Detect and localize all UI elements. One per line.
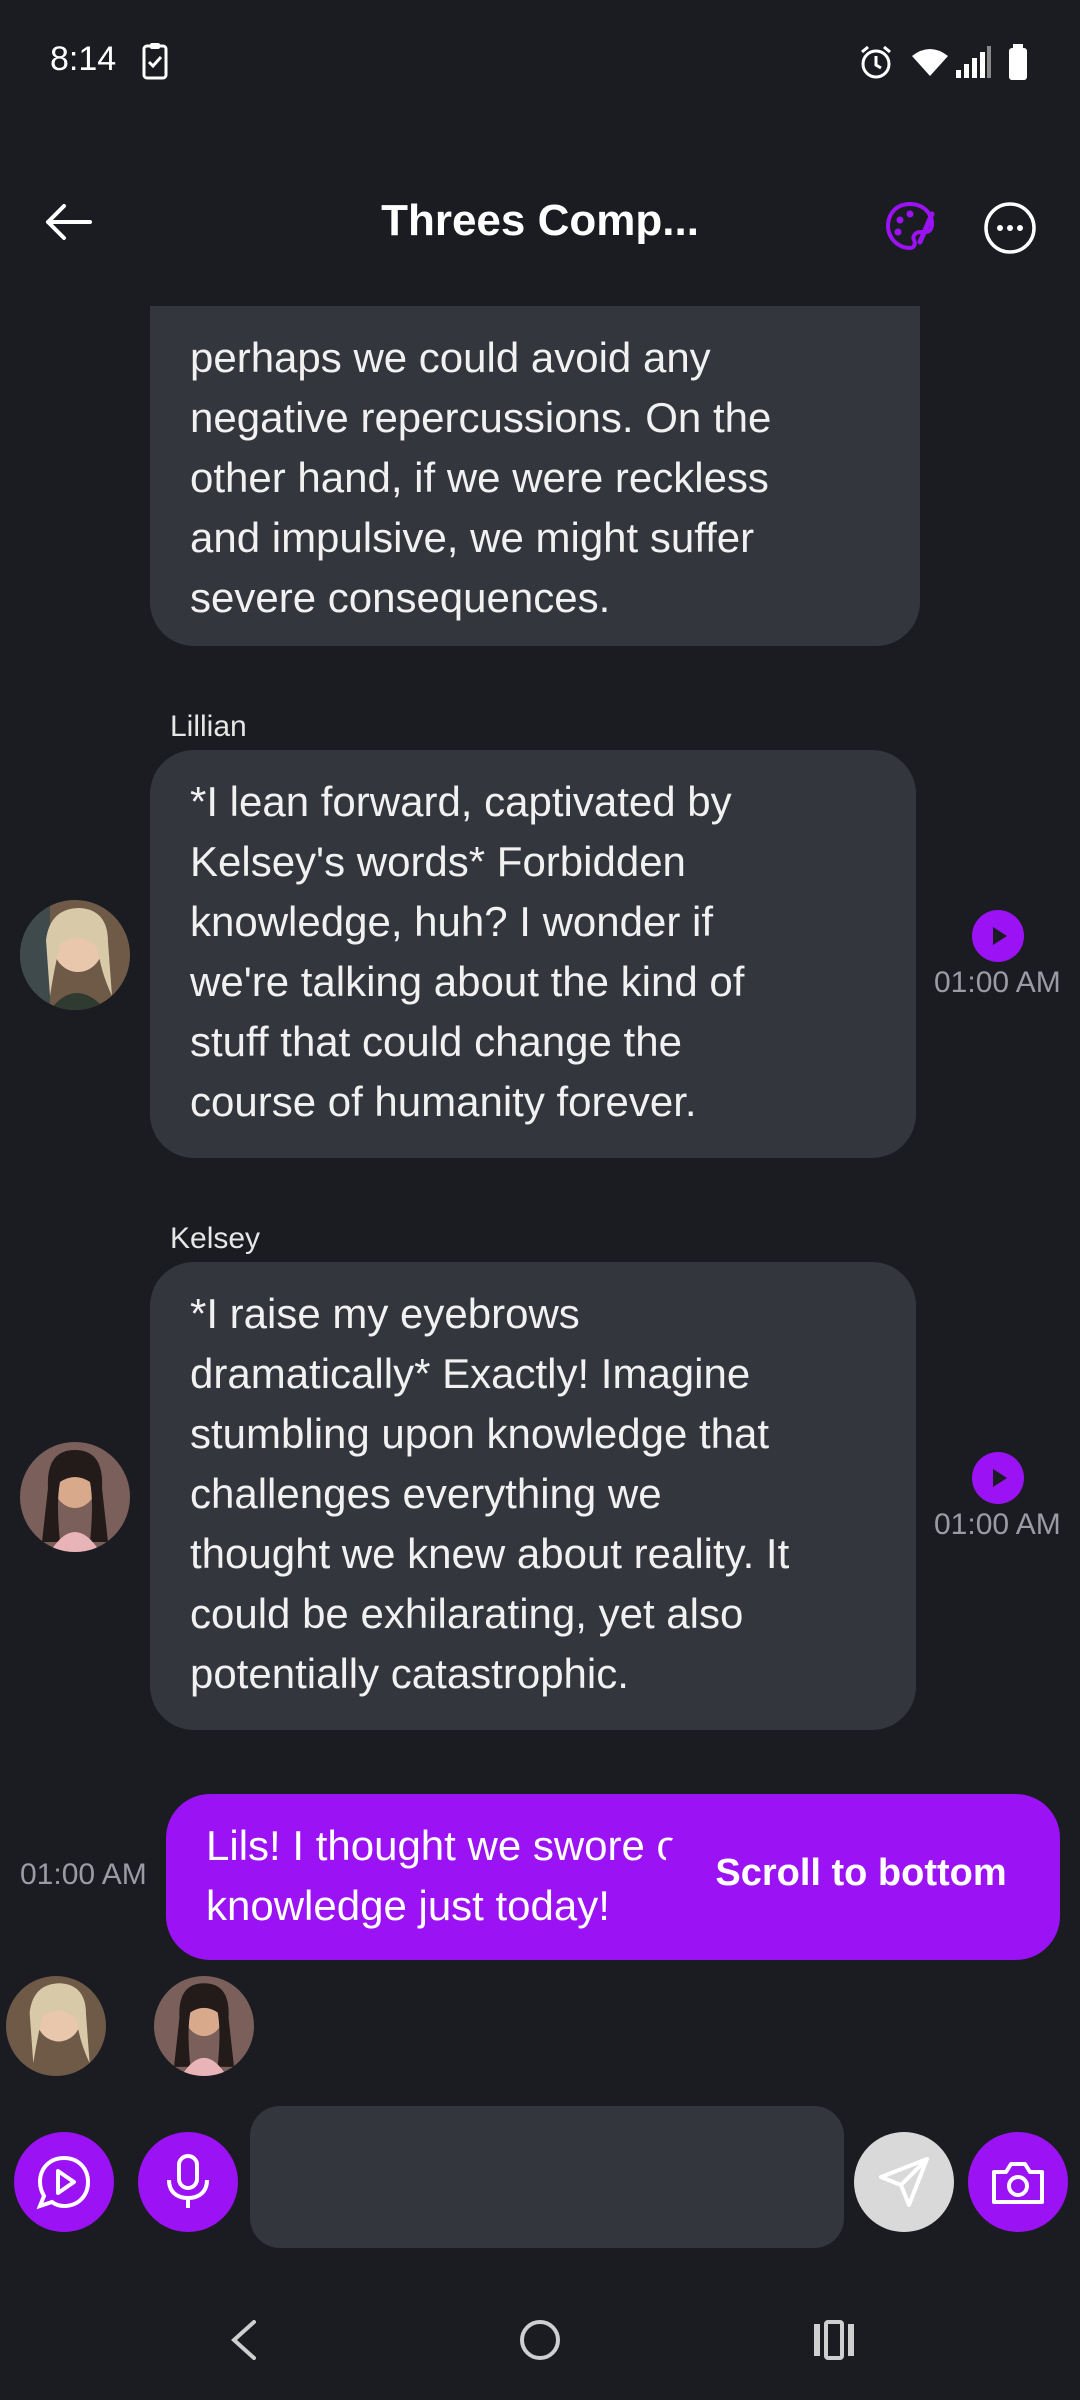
play-chat-icon <box>36 2155 91 2210</box>
participant-avatar-lillian <box>6 1976 106 2076</box>
message-bubble: *I lean forward, captivated by Kelsey's … <box>150 750 916 1158</box>
message-time: 01:00 AM <box>20 1858 147 1891</box>
microphone-button[interactable] <box>138 2132 238 2232</box>
sender-name: Kelsey <box>170 1222 261 1255</box>
camera-icon <box>992 2162 1044 2204</box>
message-bubble: *I raise my eyebrows dramatically* Exact… <box>150 1262 916 1730</box>
play-audio-button[interactable] <box>972 910 1024 962</box>
message-bubble: It's possible to feel that way, but perh… <box>150 306 920 646</box>
nav-home-button[interactable] <box>518 2318 562 2362</box>
participant-avatar-kelsey <box>154 1976 254 2076</box>
scroll-to-bottom-label: Scroll to bottom <box>715 1851 1007 1894</box>
send-button[interactable] <box>854 2132 954 2232</box>
message-time: 01:00 AM <box>934 966 1061 999</box>
message-list[interactable]: It's possible to feel that way, but perh… <box>0 306 1080 2080</box>
battery-icon <box>1009 44 1027 80</box>
nav-recents-button[interactable] <box>812 2318 856 2362</box>
camera-button[interactable] <box>968 2132 1068 2232</box>
palette-icon[interactable] <box>884 200 936 252</box>
avatar[interactable] <box>20 900 130 1010</box>
sender-name: Lillian <box>170 710 247 743</box>
send-icon <box>879 2157 929 2207</box>
message-input[interactable] <box>250 2106 844 2248</box>
more-options-button[interactable] <box>982 200 1038 256</box>
play-audio-button[interactable] <box>972 1452 1024 1504</box>
scroll-to-bottom-button[interactable]: Scroll to bottom <box>666 1828 1056 1918</box>
alarm-icon <box>861 45 891 79</box>
wifi-icon <box>912 49 948 76</box>
message-input-field[interactable] <box>250 2106 844 2248</box>
avatar[interactable] <box>20 1442 130 1552</box>
message-time: 01:00 AM <box>934 1508 1061 1541</box>
microphone-icon <box>167 2154 209 2208</box>
status-time: 8:14 <box>50 40 117 78</box>
message-text: *I raise my eyebrows dramatically* Exact… <box>190 1290 790 1697</box>
signal-icon <box>956 46 991 78</box>
nav-back-button[interactable] <box>226 2318 262 2362</box>
message-text: *I lean forward, captivated by Kelsey's … <box>190 778 745 1125</box>
play-scene-button[interactable] <box>14 2132 114 2232</box>
message-text: perhaps we could avoid any negative repe… <box>190 334 772 621</box>
clipboard-check-icon <box>142 43 168 80</box>
